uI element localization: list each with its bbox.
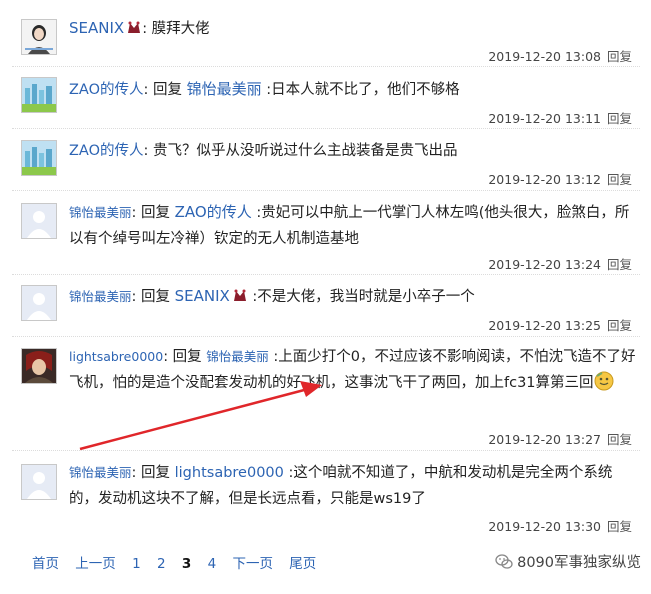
reply-button[interactable]: 回复 <box>607 318 632 333</box>
username-link[interactable]: 锦怡最美丽 <box>69 289 132 304</box>
comment-body: :日本人就不比了，他们不够格 <box>261 82 460 98</box>
timestamp: 2019-12-20 13:12 <box>488 172 601 187</box>
divider <box>12 128 640 129</box>
comment-text: SEANIX : 膜拜大佬 <box>69 15 641 44</box>
wechat-logo-icon <box>495 553 513 569</box>
current-page: 3 <box>181 556 192 572</box>
comment-meta: 2019-12-20 13:30 回复 <box>488 516 632 535</box>
comment-text: lightsabre0000: 回复 锦怡最美丽 :上面少打个0，不过应该不影响… <box>69 344 641 400</box>
avatar[interactable] <box>21 464 57 500</box>
smiley-emoji-icon <box>594 371 614 400</box>
reply-button[interactable]: 回复 <box>607 519 632 534</box>
reply-prefix: : 回复 <box>143 82 183 98</box>
reply-button[interactable]: 回复 <box>607 432 632 447</box>
reply-prefix: : 回复 <box>163 349 202 365</box>
comment-meta: 2019-12-20 13:27 回复 <box>488 429 632 448</box>
username-link[interactable]: 锦怡最美丽 <box>69 205 132 220</box>
last-page-link[interactable]: 尾页 <box>289 556 316 572</box>
reply-target-link[interactable]: lightsabre0000 <box>175 465 284 481</box>
timestamp: 2019-12-20 13:25 <box>488 318 601 333</box>
avatar[interactable] <box>21 140 57 176</box>
reply-target-link[interactable]: ZAO的传人 <box>175 203 252 221</box>
avatar[interactable] <box>21 77 57 113</box>
comment-text: ZAO的传人: 贵飞？似乎从没听说过什么主战装备是贵飞出品 <box>69 138 641 164</box>
comment-text: 锦怡最美丽: 回复 lightsabre0000 :这个咱就不知道了，中航和发动… <box>69 460 641 512</box>
username-link[interactable]: 锦怡最美丽 <box>69 465 132 480</box>
divider <box>12 66 640 67</box>
reply-button[interactable]: 回复 <box>607 111 632 126</box>
comment-meta: 2019-12-20 13:11 回复 <box>488 108 632 127</box>
reply-prefix: : 回复 <box>131 205 171 221</box>
reply-prefix: : 回复 <box>131 289 171 305</box>
comment-text: 锦怡最美丽: 回复 ZAO的传人 :贵妃可以中航上一代掌门人林左鸣(他头很大，脸… <box>69 199 641 252</box>
comment-body: :不是大佬，我当时就是小卒子一个 <box>247 289 475 305</box>
divider <box>12 336 640 337</box>
reply-target-link[interactable]: SEANIX <box>175 287 230 305</box>
avatar[interactable] <box>21 19 57 55</box>
watermark-text: 8090军事独家纵览 <box>517 555 641 571</box>
divider <box>12 190 640 191</box>
username-link[interactable]: ZAO的传人 <box>69 143 144 159</box>
vip-badge-icon <box>232 286 248 312</box>
timestamp: 2019-12-20 13:08 <box>488 49 601 64</box>
vip-badge-icon <box>126 18 142 44</box>
timestamp: 2019-12-20 13:27 <box>488 432 601 447</box>
comment-body: : 膜拜大佬 <box>142 21 210 37</box>
prev-page-link[interactable]: 上一页 <box>75 556 116 572</box>
page-link-2[interactable]: 2 <box>157 556 166 572</box>
avatar[interactable] <box>21 203 57 239</box>
reply-target-link[interactable]: 锦怡最美丽 <box>206 349 269 364</box>
comment-meta: 2019-12-20 13:12 回复 <box>488 169 632 188</box>
first-page-link[interactable]: 首页 <box>32 556 59 572</box>
reply-button[interactable]: 回复 <box>607 172 632 187</box>
comment-meta: 2019-12-20 13:08 回复 <box>488 46 632 65</box>
avatar[interactable] <box>21 285 57 321</box>
comment-body: : 贵飞？似乎从没听说过什么主战装备是贵飞出品 <box>143 143 458 159</box>
username-link[interactable]: SEANIX <box>69 19 124 37</box>
page-link-4[interactable]: 4 <box>208 556 217 572</box>
divider <box>12 274 640 275</box>
pagination: 首页 上一页 1 2 3 4 下一页 尾页 <box>32 552 328 572</box>
reply-target-link[interactable]: 锦怡最美丽 <box>187 80 262 98</box>
avatar[interactable] <box>21 348 57 384</box>
username-link[interactable]: lightsabre0000 <box>69 349 163 364</box>
comment-text: 锦怡最美丽: 回复 SEANIX :不是大佬，我当时就是小卒子一个 <box>69 283 641 312</box>
timestamp: 2019-12-20 13:11 <box>488 111 601 126</box>
reply-button[interactable]: 回复 <box>607 257 632 272</box>
reply-prefix: : 回复 <box>131 465 171 481</box>
timestamp: 2019-12-20 13:30 <box>488 519 601 534</box>
reply-button[interactable]: 回复 <box>607 49 632 64</box>
timestamp: 2019-12-20 13:24 <box>488 257 601 272</box>
comment-meta: 2019-12-20 13:24 回复 <box>488 254 632 273</box>
username-link[interactable]: ZAO的传人 <box>69 82 144 98</box>
comment-text: ZAO的传人: 回复 锦怡最美丽 :日本人就不比了，他们不够格 <box>69 76 641 103</box>
next-page-link[interactable]: 下一页 <box>232 556 273 572</box>
comment-meta: 2019-12-20 13:25 回复 <box>488 315 632 334</box>
watermark: 8090军事独家纵览 <box>495 551 641 572</box>
page-link-1[interactable]: 1 <box>132 556 141 572</box>
divider <box>12 450 640 451</box>
